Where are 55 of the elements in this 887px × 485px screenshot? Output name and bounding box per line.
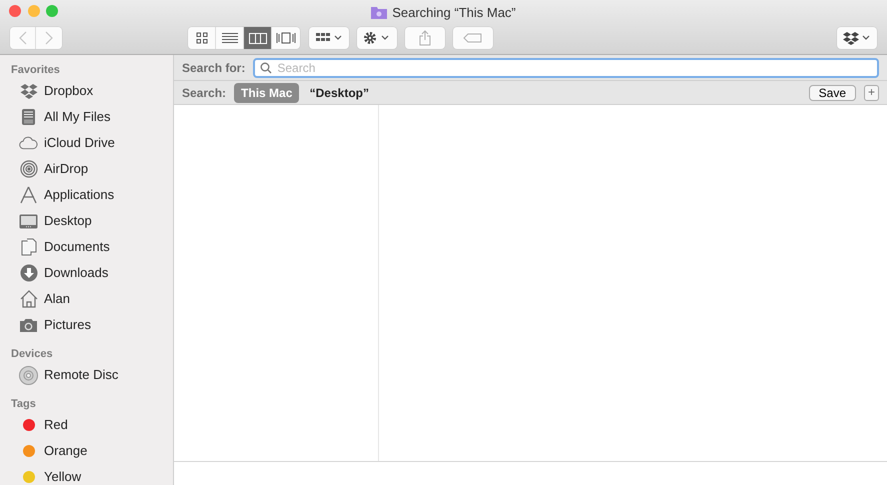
grid-icon [196,32,208,44]
cover-flow-icon [276,32,296,44]
disc-icon [19,366,38,384]
sidebar-item[interactable]: Yellow [0,464,173,485]
add-button[interactable]: + [864,84,879,100]
sidebar-heading: Favorites [10,63,61,78]
sidebar-item[interactable]: All My Files [0,104,173,130]
dropbox-icon [20,82,38,100]
search-scope-label: Search: [182,84,226,102]
sidebar-item[interactable]: Pictures [0,312,173,338]
sidebar-item[interactable]: Orange [0,438,173,464]
sidebar-item[interactable]: AirDrop [0,156,173,182]
airdrop-icon [20,160,38,178]
search-icon [260,62,272,74]
list-view-button[interactable] [216,27,244,49]
share-icon [419,30,431,46]
column-view-button[interactable] [244,27,272,49]
folder-icon [371,6,388,20]
sidebar-item[interactable]: Red [0,412,173,438]
sidebar-item[interactable]: iCloud Drive [0,130,173,156]
columns-icon [248,32,266,44]
search-for-label: Search for: [182,60,246,76]
grid-dropdown-icon [314,32,344,44]
window-title: Searching “This Mac” [392,4,516,22]
search-field[interactable]: Search [253,58,879,78]
cover-flow-button[interactable] [272,27,300,49]
cloud-icon [19,136,38,150]
house-icon [20,290,38,308]
close-button[interactable] [9,5,21,17]
download-icon [20,264,38,282]
icon-view-button[interactable] [188,27,216,49]
lines-icon [222,33,238,43]
file-cabinet-icon [21,108,36,126]
desktop-icon [19,214,38,228]
sidebar-item[interactable]: Alan [0,286,173,312]
sidebar-heading: Devices [10,347,54,362]
sidebar-item[interactable]: Applications [0,182,173,208]
documents-icon [20,238,36,256]
sidebar-item[interactable]: Downloads [0,260,173,286]
back-chevron-icon [18,31,26,45]
forward-chevron-icon [45,31,53,45]
tag-icon [463,33,483,43]
sidebar-item[interactable]: Remote Disc [0,362,173,388]
sidebar-item[interactable]: Desktop [0,208,173,234]
camera-icon [19,318,38,332]
sidebar-item[interactable]: Documents [0,234,173,260]
arrange-button[interactable] [309,27,349,49]
sidebar-heading: Tags [10,397,37,412]
save-button[interactable]: Save [808,84,856,100]
dropbox-dropdown-icon [843,31,871,45]
compass-icon [19,186,38,204]
search-scope-option[interactable]: “Desktop” [302,82,376,102]
dropbox-menu-button[interactable] [837,27,877,49]
gear-menu-button[interactable] [357,27,397,49]
sidebar-item[interactable]: Dropbox [0,78,173,104]
